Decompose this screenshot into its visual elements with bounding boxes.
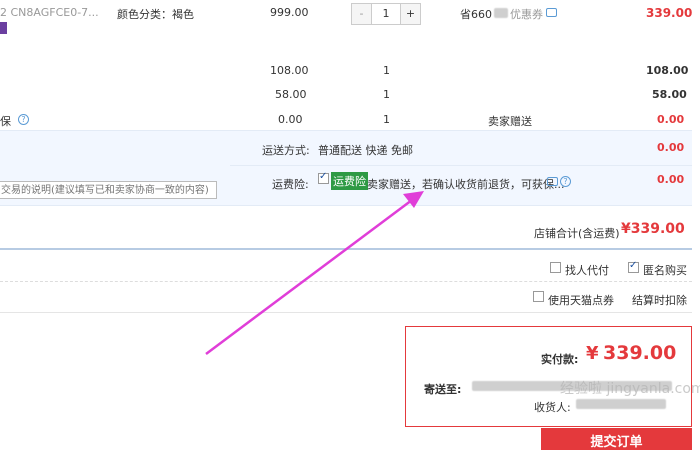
row-price: 0.00: [278, 113, 303, 126]
product-color: 颜色分类：褐色: [117, 8, 194, 21]
deduct-label: 结算时扣除: [632, 294, 687, 307]
row-subtotal: 108.00: [646, 64, 689, 77]
row-qty: 1: [383, 113, 390, 126]
section-divider: [0, 248, 692, 250]
tmall-points-label: 使用天猫点券: [548, 294, 614, 307]
saving-text: 省660 优惠券: [460, 6, 543, 22]
order-summary: 实付款: ¥ 339.00 寄送至: 收货人:: [405, 326, 692, 427]
message-input[interactable]: [0, 181, 217, 199]
anonymous-label: 匿名购买: [643, 264, 687, 277]
shipping-value: 普通配送 快递 免邮: [318, 144, 413, 157]
saving-blur: [494, 8, 508, 18]
insurance-desc: 卖家赠送，若确认收货前退货，可获保...: [367, 178, 565, 191]
submit-order-button[interactable]: 提交订单: [541, 428, 692, 450]
paid-currency: ¥: [586, 343, 599, 364]
row-subtotal: 58.00: [652, 88, 687, 101]
receiver-label: 收货人:: [534, 401, 571, 414]
row-note: 卖家赠送: [488, 115, 532, 128]
shipping-amount: 0.00: [657, 141, 685, 154]
watermark-logo: 经验啦 jingyanla.com: [560, 381, 700, 397]
row-price: 58.00: [275, 88, 307, 101]
row-qty: 1: [383, 88, 390, 101]
store-total-label: 店铺合计(含运费): [534, 227, 620, 240]
product-tag: [0, 22, 7, 34]
band-divider: [230, 165, 692, 166]
insurance-amount: 0.00: [657, 173, 685, 186]
insurance-checkbox[interactable]: [318, 171, 329, 184]
insurance-chat-icon[interactable]: [547, 177, 558, 186]
help-icon[interactable]: ?: [18, 114, 29, 125]
paid-label: 实付款:: [541, 353, 579, 366]
receiver-blur: [576, 399, 666, 409]
product-unit-price: 999.00: [270, 6, 309, 19]
insurance-badge: 运费险: [331, 172, 368, 190]
ship-to-label: 寄送至:: [424, 383, 462, 396]
tmall-points-checkbox[interactable]: [533, 291, 544, 302]
qty-plus-button[interactable]: +: [400, 4, 420, 24]
saving-amount: 省660: [460, 8, 492, 21]
anonymous-checkbox[interactable]: [628, 260, 639, 273]
product-sku: 2 CN8AGFCE0-7...: [0, 6, 99, 19]
store-total-value: ¥339.00: [621, 221, 685, 237]
proxy-pay-label: 找人代付: [565, 264, 609, 277]
quantity-stepper: - 1 +: [351, 3, 421, 25]
proxy-pay-checkbox[interactable]: [550, 262, 561, 273]
row-subtotal: 0.00: [657, 113, 685, 126]
product-subtotal: 339.00: [646, 6, 693, 20]
insurance-label: 运费险:: [272, 178, 309, 191]
paid-value: 339.00: [603, 342, 677, 364]
row-qty: 1: [383, 64, 390, 77]
qty-minus-button[interactable]: -: [352, 4, 372, 24]
receiver-value: [576, 399, 666, 412]
row-price: 108.00: [270, 64, 309, 77]
insurance-help-icon[interactable]: ?: [560, 176, 571, 187]
options-divider: [0, 281, 692, 282]
row-label: 保: [0, 115, 11, 128]
shipping-label: 运送方式:: [262, 144, 310, 157]
qty-input[interactable]: 1: [372, 4, 400, 24]
options-divider: [0, 312, 692, 313]
chat-icon[interactable]: [546, 8, 557, 17]
saving-suffix: 优惠券: [510, 8, 543, 21]
